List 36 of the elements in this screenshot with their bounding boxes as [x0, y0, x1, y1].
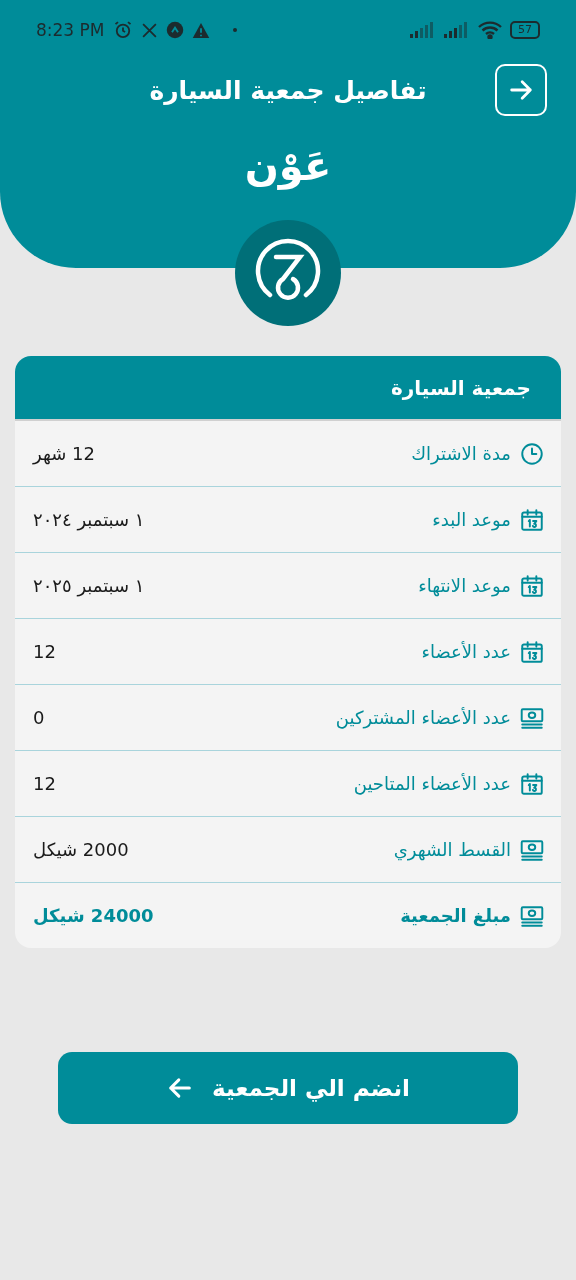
notification-icon: [165, 21, 184, 39]
detail-value: 12: [33, 773, 56, 794]
dot-icon: [231, 27, 238, 33]
warning-icon: [191, 21, 210, 39]
detail-value: ١ سبتمبر ٢٠٢٥: [33, 575, 145, 596]
clock-icon: [519, 440, 545, 467]
detail-label: موعد البدء: [432, 509, 511, 530]
card-title: جمعية السيارة: [390, 375, 531, 400]
detail-value: 24000 شيكل: [33, 905, 154, 926]
calendar-icon: [519, 506, 545, 533]
signal-icon: [444, 22, 470, 38]
battery-icon: 57: [510, 21, 540, 39]
page-title: تفاصيل جمعية السيارة: [148, 75, 428, 105]
detail-label: القسط الشهري: [393, 839, 511, 860]
back-button[interactable]: [495, 64, 547, 116]
detail-label: عدد الأعضاء المشتركين: [335, 707, 511, 728]
calendar-icon: [519, 572, 545, 599]
detail-label: مدة الاشتراك: [411, 443, 511, 464]
alarm-icon: [112, 20, 133, 40]
detail-value: 12 شهر: [33, 443, 95, 464]
detail-label: مبلغ الجمعية: [400, 905, 511, 926]
detail-value: 2000 شيكل: [33, 839, 129, 860]
detail-label: موعد الانتهاء: [418, 575, 511, 596]
calendar-icon: [519, 770, 545, 797]
calendar-icon: [519, 638, 545, 665]
detail-value: 12: [33, 641, 56, 662]
join-button[interactable]: انضم الي الجمعية: [58, 1052, 518, 1124]
detail-value: ١ سبتمبر ٢٠٢٤: [33, 509, 145, 530]
x-logo-icon: [140, 21, 158, 39]
detail-label: عدد الأعضاء: [421, 641, 511, 662]
status-time: 8:23 PM: [36, 20, 105, 40]
detail-label: عدد الأعضاء المتاحين: [353, 773, 511, 794]
wifi-icon: [478, 21, 502, 39]
detail-value: 0: [33, 707, 45, 728]
brand-name: عَوْن: [243, 142, 333, 190]
signal-icon: [410, 22, 436, 38]
